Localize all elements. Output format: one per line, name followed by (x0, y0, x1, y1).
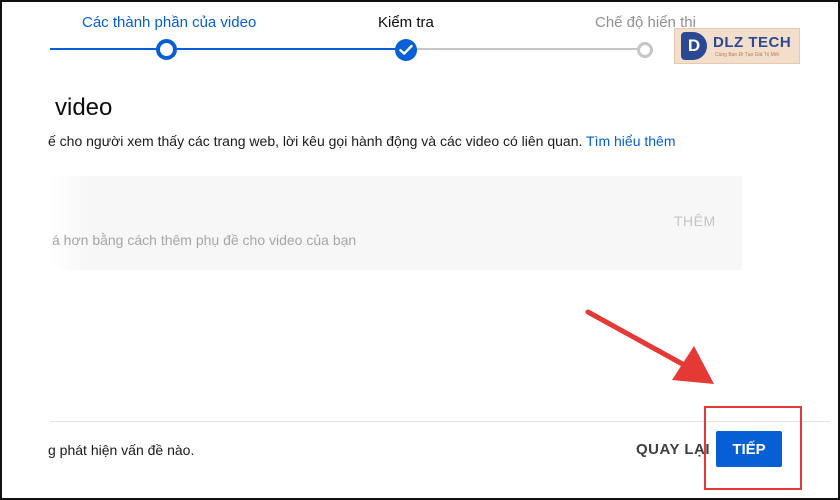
subtitles-card: á hơn bằng cách thêm phụ đề cho video củ… (50, 176, 742, 270)
section-description-text: ế cho người xem thấy các trang web, lời … (48, 133, 583, 149)
step-label-checks[interactable]: Kiểm tra (378, 14, 434, 31)
step-dot-current[interactable] (156, 39, 177, 60)
learn-more-link[interactable]: Tìm hiểu thêm (586, 133, 675, 149)
stepper-progress-track (50, 48, 406, 50)
step-dot-upcoming[interactable] (637, 42, 653, 58)
logo-tagline: Cùng Bạn Đi Tạo Giá Trị Mới (715, 52, 780, 58)
step-label-video-elements[interactable]: Các thành phần của video (82, 14, 256, 31)
section-description: ế cho người xem thấy các trang web, lời … (48, 133, 676, 149)
watermark-logo: D DLZ TECH Cùng Bạn Đi Tạo Giá Trị Mới (674, 28, 800, 64)
checks-status-text: g phát hiện vấn đề nào. (48, 442, 195, 458)
add-subtitles-button[interactable]: THÊM (674, 213, 716, 229)
arrow-icon (585, 309, 714, 384)
step-dot-completed[interactable] (395, 39, 417, 61)
stepper-remaining-track (406, 48, 646, 50)
logo-text: DLZ TECH (713, 34, 792, 51)
subtitles-hint: á hơn bằng cách thêm phụ đề cho video củ… (52, 232, 357, 248)
section-title: video (55, 94, 113, 121)
logo-mark: D (681, 32, 707, 60)
back-button[interactable]: QUAY LẠI (636, 441, 710, 458)
upload-dialog: Các thành phần của video Kiểm tra Chế độ… (0, 0, 840, 500)
next-button[interactable]: TIẾP (716, 431, 782, 467)
check-icon (399, 44, 413, 55)
